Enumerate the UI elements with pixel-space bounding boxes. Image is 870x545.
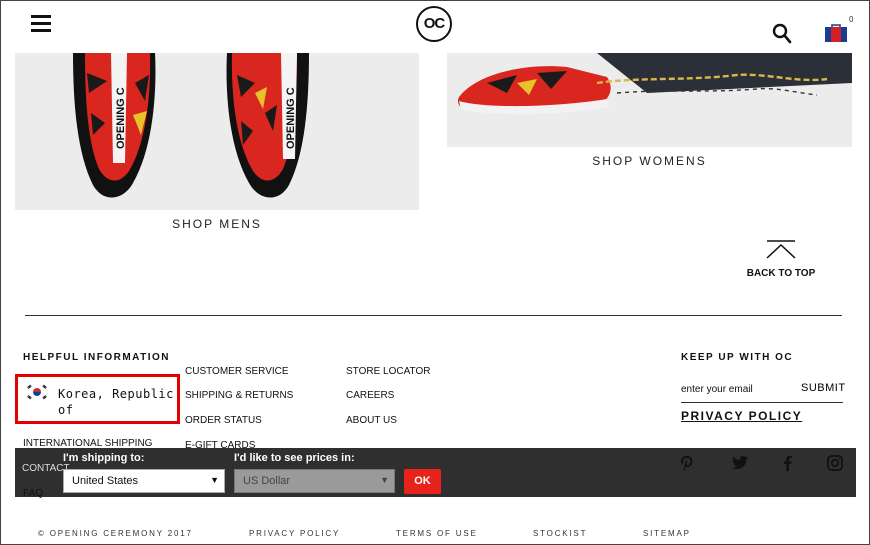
mens-sneakers-illustration: OPENING C OPENING C	[73, 53, 309, 198]
currency-label: I'd like to see prices in:	[234, 452, 355, 464]
email-underline	[681, 402, 843, 403]
email-field[interactable]	[681, 381, 799, 397]
back-to-top-button[interactable]: BACK TO TOP	[746, 239, 816, 279]
shipping-country-select[interactable]: United States ▼	[63, 469, 225, 493]
shipping-label: I'm shipping to:	[63, 452, 145, 464]
shop-womens-link[interactable]: SHOP WOMENS	[447, 154, 852, 168]
instagram-icon[interactable]	[826, 454, 844, 472]
footer-divider	[25, 315, 842, 316]
shipping-preferences-bar: CONTACT I'm shipping to: I'd like to see…	[15, 448, 856, 497]
chevron-down-icon: ▼	[210, 475, 219, 485]
shop-womens-image[interactable]	[447, 53, 852, 147]
country-name: Korea, Republic of	[58, 387, 174, 417]
shoe-text-left: OPENING C	[115, 87, 127, 149]
keep-up-heading: KEEP UP WITH OC	[681, 352, 794, 363]
shipping-country-value: United States	[72, 475, 139, 487]
chevron-down-icon: ▼	[380, 475, 389, 485]
shipping-returns-link[interactable]: SHIPPING & RETURNS	[185, 390, 293, 401]
sitemap-link[interactable]: SITEMAP	[643, 529, 691, 538]
privacy-policy-link[interactable]: PRIVACY POLICY	[681, 409, 802, 423]
korea-flag-icon	[26, 384, 48, 400]
shopping-bag-icon[interactable]	[824, 23, 848, 43]
stockist-link[interactable]: STOCKIST	[533, 529, 587, 538]
site-header: OC 0	[1, 1, 869, 53]
currency-value: US Dollar	[243, 475, 291, 487]
shop-mens-image[interactable]: OPENING C OPENING C	[15, 53, 419, 210]
shop-mens-link[interactable]: SHOP MENS	[15, 217, 419, 231]
pinterest-icon[interactable]	[678, 454, 696, 472]
bottom-privacy-policy-link[interactable]: PRIVACY POLICY	[249, 529, 340, 538]
chevron-up-icon	[766, 240, 796, 259]
country-selector[interactable]: Korea, Republic of	[15, 374, 180, 424]
copyright-text: © OPENING CEREMONY 2017	[38, 529, 193, 538]
terms-of-use-link[interactable]: TERMS OF USE	[396, 529, 478, 538]
hamburger-menu-icon[interactable]	[31, 15, 51, 32]
bag-count-badge: 0	[849, 15, 854, 24]
facebook-icon[interactable]	[779, 454, 797, 472]
customer-service-link[interactable]: CUSTOMER SERVICE	[185, 366, 289, 377]
careers-link[interactable]: CAREERS	[346, 390, 394, 401]
currency-select[interactable]: US Dollar ▼	[234, 469, 395, 493]
ok-button[interactable]: OK	[404, 469, 441, 494]
faq-link[interactable]: FAQ	[23, 488, 43, 499]
page-frame: OC 0 OPENING C OPENING C SHOP MENS SHOP …	[0, 0, 870, 545]
order-status-link[interactable]: ORDER STATUS	[185, 415, 262, 426]
about-us-link[interactable]: ABOUT US	[346, 415, 397, 426]
back-to-top-label: BACK TO TOP	[746, 268, 816, 279]
store-locator-link[interactable]: STORE LOCATOR	[346, 366, 430, 377]
submit-button[interactable]: SUBMIT	[801, 382, 846, 394]
womens-sneaker-illustration	[457, 53, 852, 115]
search-icon[interactable]	[772, 23, 792, 45]
twitter-icon[interactable]	[731, 454, 749, 472]
oc-logo[interactable]: OC	[416, 6, 452, 42]
helpful-information-heading: HELPFUL INFORMATION	[23, 352, 171, 363]
shoe-text-right: OPENING C	[285, 87, 297, 149]
